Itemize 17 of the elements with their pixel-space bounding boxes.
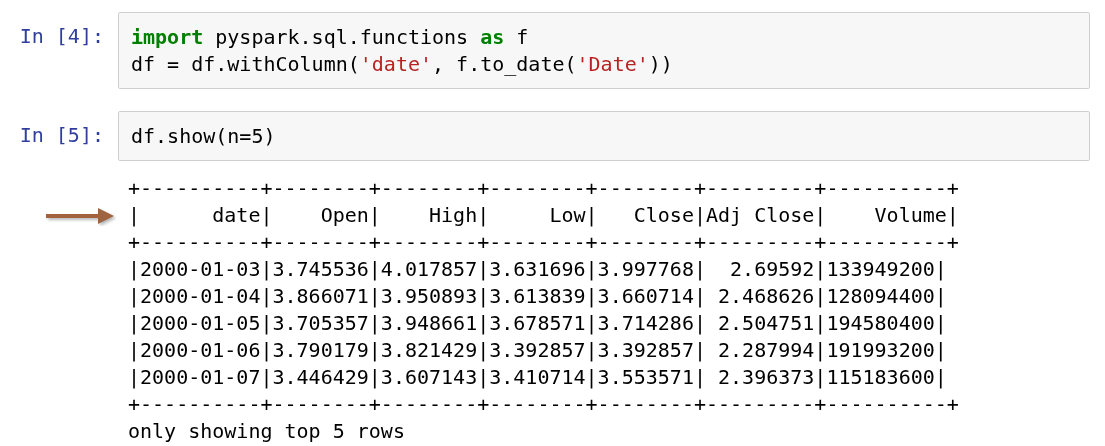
output-line: +----------+--------+--------+--------+--------+---------+----------+ — [128, 391, 959, 418]
code-input-area[interactable]: df.show(n=5) — [118, 111, 1090, 161]
output-line: |2000-01-03|3.745536|4.017857|3.631696|3.997768| 2.69592|133949200| — [128, 256, 947, 283]
code-line: import pyspark.sql.functions as f — [131, 24, 530, 51]
code-line: df = df.withColumn('date', f.to_date('Date')) — [131, 51, 674, 78]
output-line: |2000-01-04|3.866071|3.950893|3.613839|3.660714| 2.468626|128094400| — [128, 283, 947, 310]
input-prompt: In [5]: — [18, 122, 105, 148]
code-input-area[interactable]: import pyspark.sql.functions as f df = df.withColumn('date', f.to_date('Date')) — [118, 12, 1090, 89]
output-line: |2000-01-07|3.446429|3.607143|3.410714|3.553571| 2.396373|115183600| — [128, 364, 947, 391]
output-line: +----------+--------+--------+--------+--------+---------+----------+ — [128, 229, 959, 256]
output-line: | date| Open| High| Low| Close|Adj Close| Volume| — [128, 202, 959, 229]
code-line: df.show(n=5) — [131, 123, 277, 150]
output-line: +----------+--------+--------+--------+--------+---------+----------+ — [128, 175, 959, 202]
input-prompt: In [4]: — [18, 23, 105, 49]
output-line: |2000-01-06|3.790179|3.821429|3.392857|3.392857| 2.287994|191993200| — [128, 337, 947, 364]
output-line: |2000-01-05|3.705357|3.948661|3.678571|3.714286| 2.504751|194580400| — [128, 310, 947, 337]
output-line: only showing top 5 rows — [128, 418, 405, 445]
